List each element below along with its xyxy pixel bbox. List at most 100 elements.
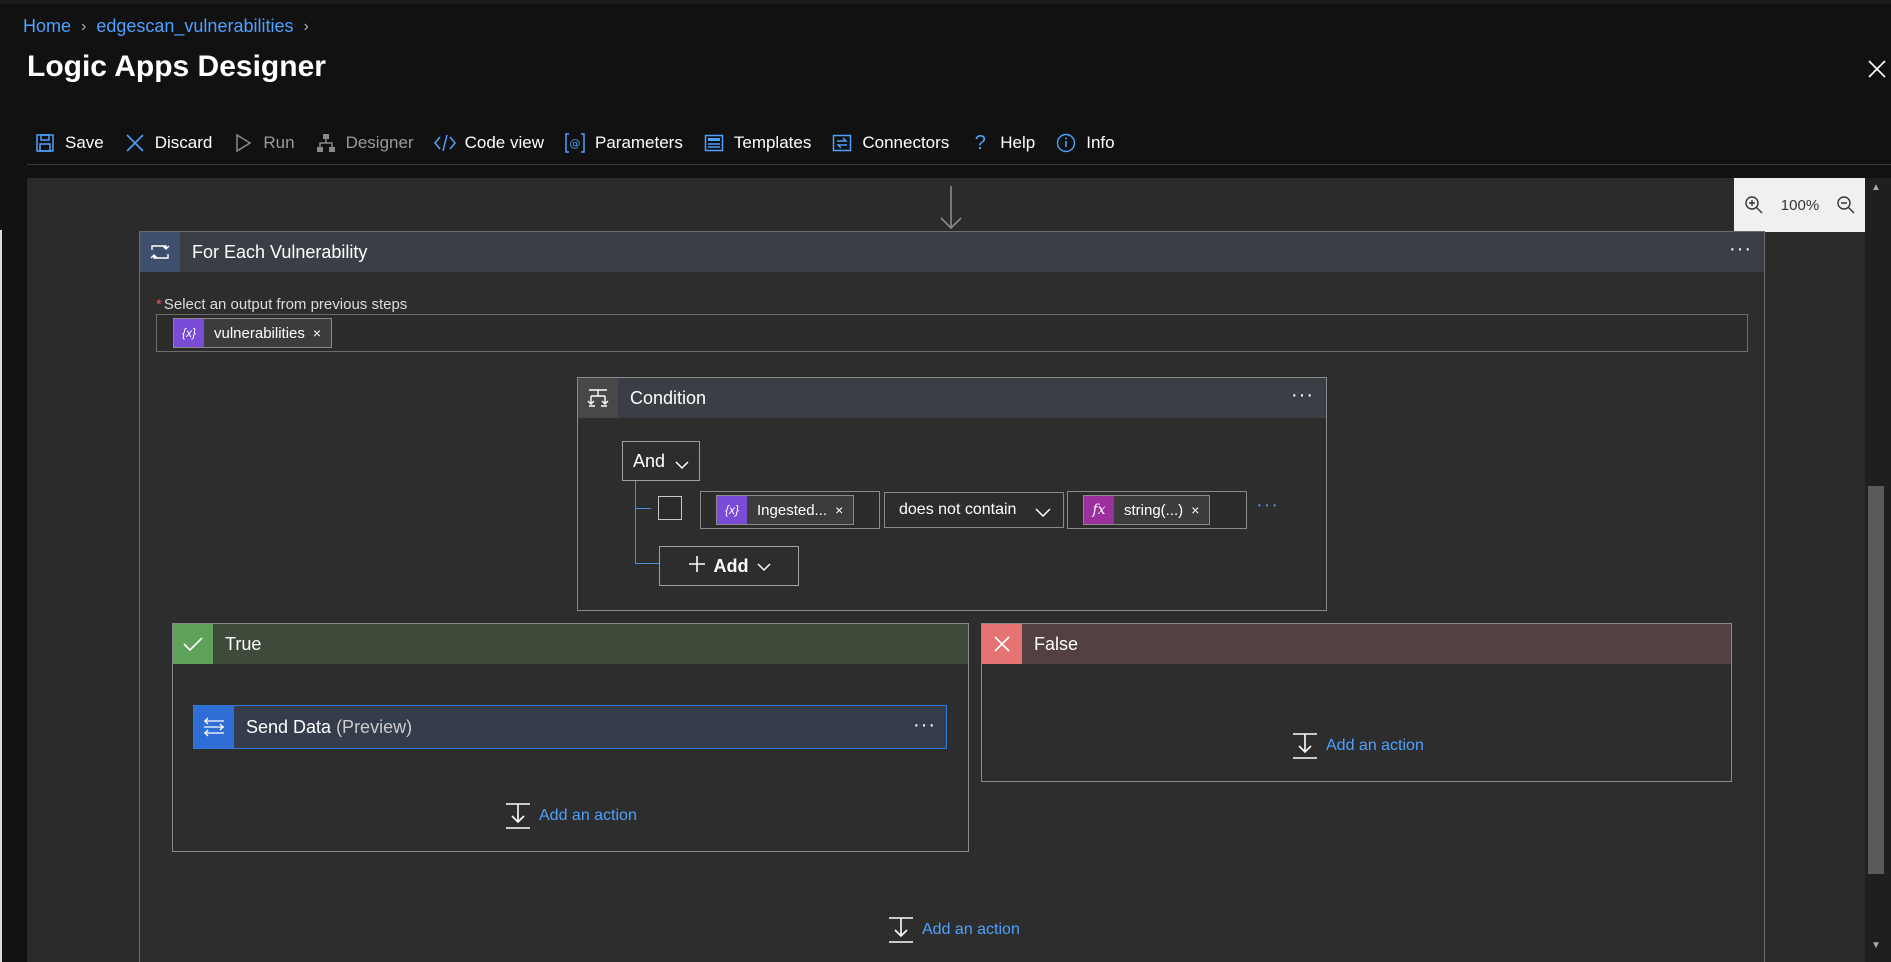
add-action-icon [888, 916, 914, 944]
left-value-input[interactable]: {x} Ingested... × [700, 491, 880, 529]
expression-token[interactable]: fx string(...) × [1083, 495, 1211, 525]
play-icon [232, 132, 254, 154]
breadcrumb: Home › edgescan_vulnerabilities › [23, 16, 309, 37]
chevron-right-icon: › [81, 17, 87, 35]
send-data-icon [194, 706, 234, 748]
condition-icon [578, 378, 618, 418]
chevron-right-icon: › [303, 17, 309, 35]
run-label: Run [263, 133, 295, 152]
true-branch: True Send Data (Preview) ··· Add an acti… [172, 623, 969, 852]
send-data-preview-tag: (Preview) [336, 716, 413, 737]
flow-arrow-down-icon [938, 186, 964, 230]
command-bar: Save Discard Run Designer Code view @ Pa… [34, 128, 1135, 158]
condition-title: Condition [630, 387, 707, 408]
send-data-action-card[interactable]: Send Data (Preview) ··· [193, 705, 947, 749]
select-output-input[interactable]: {x} vulnerabilities × [156, 314, 1748, 352]
save-icon [34, 132, 56, 154]
more-options-icon[interactable]: ··· [913, 714, 936, 737]
token-label: Ingested... [757, 501, 828, 519]
vulnerabilities-token[interactable]: {x} vulnerabilities × [173, 318, 333, 348]
scrollbar-thumb[interactable] [1868, 486, 1884, 874]
more-options-icon[interactable]: ··· [1291, 384, 1314, 407]
designer-button[interactable]: Designer [315, 132, 414, 154]
remove-token-icon[interactable]: × [835, 502, 853, 518]
add-action-icon [1292, 732, 1318, 760]
code-icon [433, 132, 456, 154]
tree-connector [635, 563, 659, 564]
templates-icon [703, 132, 725, 154]
add-action-button[interactable]: Add an action [1292, 732, 1424, 760]
templates-label: Templates [733, 133, 812, 152]
left-edge-strip [0, 230, 2, 962]
breadcrumb-home-link[interactable]: Home [23, 16, 71, 37]
parameters-label: Parameters [594, 133, 683, 152]
remove-token-icon[interactable]: × [313, 325, 331, 341]
for-each-title: For Each Vulnerability [192, 241, 368, 262]
chevron-down-icon [675, 454, 689, 475]
add-action-button[interactable]: Add an action [505, 802, 637, 830]
connectors-button[interactable]: Connectors [831, 132, 949, 154]
chevron-down-icon [1035, 504, 1051, 522]
zoom-out-icon[interactable] [1834, 193, 1858, 217]
false-branch-header: False [982, 624, 1731, 664]
scroll-up-icon[interactable]: ▲ [1869, 182, 1883, 196]
more-options-icon[interactable]: ··· [1729, 238, 1752, 261]
save-button[interactable]: Save [34, 132, 104, 154]
true-branch-header: True [173, 624, 968, 664]
remove-token-icon[interactable]: × [1191, 502, 1209, 518]
discard-button[interactable]: Discard [124, 132, 212, 154]
false-branch-title: False [1034, 633, 1079, 654]
help-button[interactable]: ? Help [969, 132, 1036, 154]
add-action-label: Add an action [539, 807, 637, 824]
operator-dropdown[interactable]: does not contain [884, 492, 1064, 528]
false-branch: False Add an action [981, 623, 1732, 782]
operator-value: does not contain [899, 501, 1017, 518]
row-select-checkbox[interactable] [658, 496, 682, 520]
parameters-icon: @ [564, 132, 586, 154]
templates-button[interactable]: Templates [703, 132, 811, 154]
ingested-token[interactable]: {x} Ingested... × [716, 495, 855, 525]
add-action-button[interactable]: Add an action [888, 916, 1020, 944]
code-view-button[interactable]: Code view [433, 132, 544, 154]
for-each-header[interactable]: For Each Vulnerability ··· [140, 232, 1764, 272]
discard-icon [124, 132, 146, 154]
true-branch-title: True [225, 633, 262, 654]
and-or-dropdown[interactable]: And [622, 441, 700, 481]
add-action-icon [505, 802, 531, 830]
loop-icon [140, 232, 180, 272]
select-output-text: Select an output from previous steps [163, 296, 408, 313]
parameters-button[interactable]: @ Parameters [564, 132, 683, 154]
close-icon [982, 624, 1022, 664]
zoom-level: 100% [1780, 196, 1820, 214]
connectors-icon [831, 132, 853, 154]
run-button[interactable]: Run [232, 132, 295, 154]
add-action-label: Add an action [1326, 737, 1424, 754]
send-data-title: Send Data [246, 716, 332, 737]
breadcrumb-resource-link[interactable]: edgescan_vulnerabilities [96, 16, 293, 37]
right-value-input[interactable]: fx string(...) × [1067, 491, 1247, 529]
variable-icon: {x} [717, 496, 747, 524]
code-view-label: Code view [464, 133, 544, 152]
info-icon [1055, 132, 1077, 154]
tree-connector [635, 508, 651, 509]
token-label: vulnerabilities [214, 324, 305, 342]
group-operator-value: And [633, 450, 666, 471]
connectors-label: Connectors [862, 133, 950, 152]
zoom-in-icon[interactable] [1742, 193, 1766, 217]
save-label: Save [65, 133, 104, 152]
hierarchy-icon [315, 132, 337, 154]
add-condition-button[interactable]: Add [659, 546, 799, 586]
condition-header[interactable]: Condition ··· [578, 378, 1326, 418]
info-button[interactable]: Info [1055, 132, 1115, 154]
token-label: string(...) [1124, 501, 1184, 519]
svg-text:@: @ [569, 137, 580, 150]
page-title: Logic Apps Designer [27, 50, 326, 83]
add-label: Add [713, 555, 749, 576]
scroll-down-icon[interactable]: ▼ [1869, 940, 1883, 954]
row-more-options-icon[interactable]: ··· [1256, 494, 1279, 517]
info-label: Info [1086, 133, 1115, 152]
select-output-label: * Select an output from previous steps [156, 296, 407, 313]
checkmark-icon [173, 624, 213, 664]
close-icon[interactable] [1866, 58, 1888, 80]
variable-icon: {x} [174, 319, 204, 347]
